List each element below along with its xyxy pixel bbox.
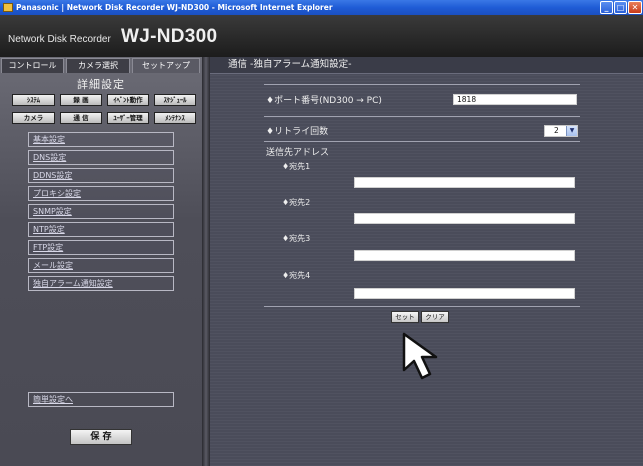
tab-setup[interactable]: セットアップ xyxy=(132,58,200,73)
destination-4-input[interactable] xyxy=(354,288,575,299)
sidebar-heading: 詳細設定 xyxy=(77,78,125,91)
simple-setup-link[interactable]: 簡単設定へ xyxy=(28,392,174,407)
port-input[interactable]: 1818 xyxy=(453,94,577,105)
close-button[interactable]: ✕ xyxy=(628,1,642,14)
browser-icon xyxy=(3,3,13,12)
app-subtitle: Network Disk Recorder xyxy=(8,34,111,45)
sidebar-item-snmp[interactable]: SNMP設定 xyxy=(28,204,174,219)
address-heading: 送信先アドレス xyxy=(266,148,330,158)
menu-network-button[interactable]: 通 信 xyxy=(60,112,102,124)
page-title: 通信 -独自アラーム通知設定- xyxy=(210,57,643,74)
sidebar-item-ddns[interactable]: DDNS設定 xyxy=(28,168,174,183)
set-button[interactable]: セット xyxy=(391,311,419,323)
retry-count-select[interactable]: 2 ▼ xyxy=(544,125,578,137)
chevron-down-icon[interactable]: ▼ xyxy=(566,126,577,136)
window-title: Panasonic | Network Disk Recorder WJ-ND3… xyxy=(16,3,333,12)
destination-4-label: ♦宛先4 xyxy=(282,271,311,280)
menu-maintenance-button[interactable]: ﾒﾝﾃﾅﾝｽ xyxy=(154,112,196,124)
menu-user-management-button[interactable]: ﾕｰｻﾞｰ管理 xyxy=(107,112,149,124)
retry-count-value: 2 xyxy=(554,126,559,135)
sidebar-item-mail[interactable]: メール設定 xyxy=(28,258,174,273)
clear-button[interactable]: クリア xyxy=(421,311,449,323)
destination-2-input[interactable] xyxy=(354,213,575,224)
sidebar-item-proxy[interactable]: プロキシ設定 xyxy=(28,186,174,201)
divider-line xyxy=(264,141,580,142)
menu-camera-button[interactable]: カメラ xyxy=(12,112,55,124)
retry-label: ♦リトライ回数 xyxy=(266,127,329,137)
menu-system-button[interactable]: ｼｽﾃﾑ xyxy=(12,94,55,106)
main-panel: 通信 -独自アラーム通知設定- ♦ポート番号(ND300 → PC) 1818 … xyxy=(210,57,643,466)
menu-event-button[interactable]: ｲﾍﾞﾝﾄ動作 xyxy=(107,94,149,106)
divider-line xyxy=(264,306,580,307)
sidebar-item-dns[interactable]: DNS設定 xyxy=(28,150,174,165)
tab-control[interactable]: コントロール xyxy=(1,58,64,73)
alarm-notification-form: ♦ポート番号(ND300 → PC) 1818 ♦リトライ回数 2 ▼ 送信先ア… xyxy=(264,84,580,312)
sidebar-item-ftp[interactable]: FTP設定 xyxy=(28,240,174,255)
sidebar-item-basic[interactable]: 基本設定 xyxy=(28,132,174,147)
port-label: ♦ポート番号(ND300 → PC) xyxy=(266,96,382,106)
sidebar-item-ntp[interactable]: NTP設定 xyxy=(28,222,174,237)
window-titlebar: Panasonic | Network Disk Recorder WJ-ND3… xyxy=(0,0,643,15)
destination-1-input[interactable] xyxy=(354,177,575,188)
destination-1-label: ♦宛先1 xyxy=(282,162,311,171)
divider-line xyxy=(264,84,580,85)
divider-line xyxy=(264,116,580,117)
tab-camera-select[interactable]: カメラ選択 xyxy=(66,58,130,73)
menu-schedule-button[interactable]: ｽｹｼﾞｭｰﾙ xyxy=(154,94,196,106)
maximize-button[interactable]: □ xyxy=(614,1,627,14)
sidebar-item-alarm-notification[interactable]: 独自アラーム通知設定 xyxy=(28,276,174,291)
sidebar: コントロール カメラ選択 セットアップ 詳細設定 ｼｽﾃﾑ 録 画 ｲﾍﾞﾝﾄ動… xyxy=(0,57,202,466)
app-header: Network Disk Recorder WJ-ND300 xyxy=(0,15,643,57)
destination-2-label: ♦宛先2 xyxy=(282,198,311,207)
save-button[interactable]: 保 存 xyxy=(70,429,132,445)
panel-divider xyxy=(202,57,210,466)
mouse-cursor-icon xyxy=(402,332,438,380)
destination-3-input[interactable] xyxy=(354,250,575,261)
minimize-button[interactable]: _ xyxy=(600,1,613,14)
app-model-name: WJ-ND300 xyxy=(121,26,218,47)
menu-record-button[interactable]: 録 画 xyxy=(60,94,102,106)
destination-3-label: ♦宛先3 xyxy=(282,234,311,243)
